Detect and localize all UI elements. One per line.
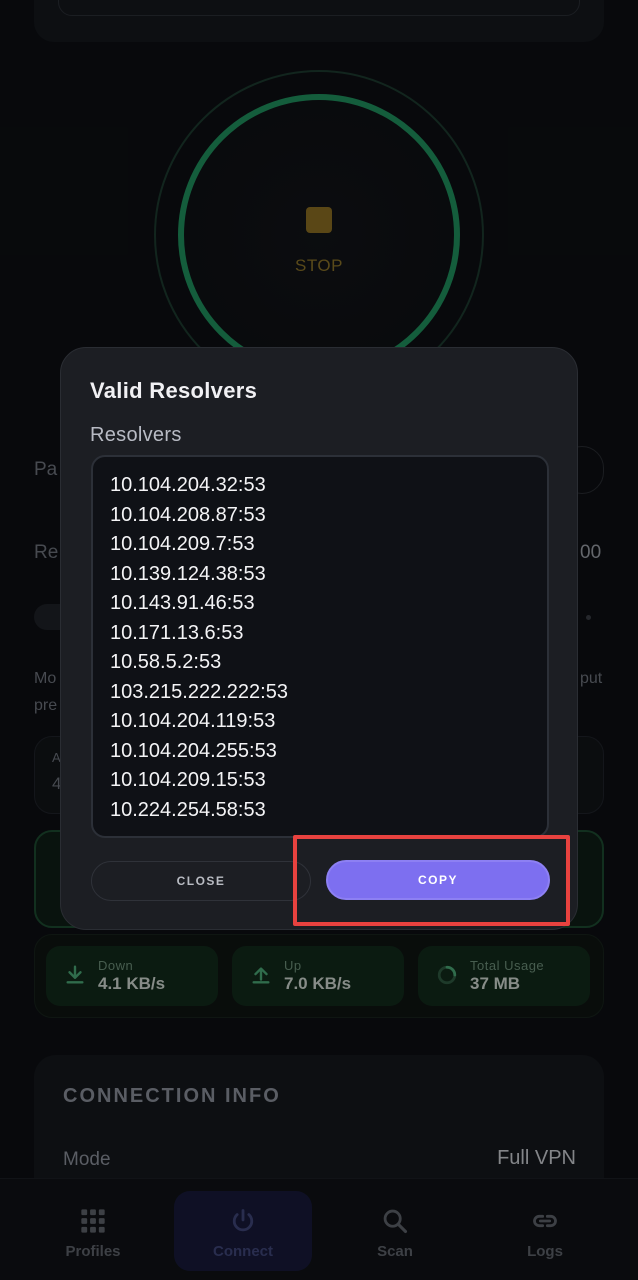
resolver-line: 10.143.91.46:53 (110, 592, 255, 614)
dialog-title: Valid Resolvers (90, 378, 258, 403)
resolver-line: 10.104.209.7:53 (110, 533, 255, 555)
resolver-line: 10.224.254.58:53 (110, 798, 266, 821)
resolver-line: 10.171.13.6:53 (110, 621, 244, 644)
resolver-line: 10.58.5.2:53 (110, 651, 222, 673)
close-button[interactable]: CLOSE (91, 861, 311, 901)
resolver-line: 10.104.204.119:53 (110, 710, 276, 732)
resolver-line: 10.104.204.32:53 (110, 474, 266, 496)
resolver-line: 10.139.124.38:53 (110, 562, 266, 585)
copy-highlight-box (293, 835, 570, 926)
resolver-line: 103.215.222.222:53 (110, 680, 288, 703)
resolver-line: 10.104.204.255:53 (110, 739, 277, 762)
resolver-line: 10.104.208.87:53 (110, 503, 266, 526)
resolvers-textarea[interactable]: 10.104.204.32:53 10.104.208.87:53 10.104.2… (91, 455, 549, 838)
resolver-line: 10.104.209.15:53 (110, 769, 266, 791)
resolvers-field-label: Resolvers (90, 424, 182, 446)
